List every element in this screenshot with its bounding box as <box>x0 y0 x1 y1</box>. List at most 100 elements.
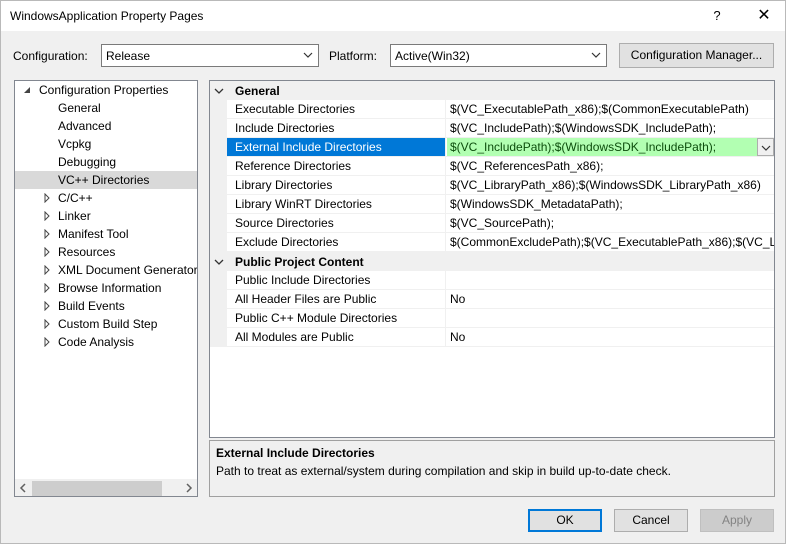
property-value[interactable]: $(WindowsSDK_MetadataPath); <box>447 195 774 213</box>
description-text: Path to treat as external/system during … <box>216 464 671 478</box>
property-row[interactable]: Source Directories $(VC_SourcePath); <box>227 214 774 233</box>
close-button[interactable]: ✕ <box>749 4 779 28</box>
property-row[interactable]: Library Directories $(VC_LibraryPath_x86)… <box>227 176 774 195</box>
tree-item-label: Vcpkg <box>58 137 92 151</box>
tree-item-advanced[interactable]: Advanced <box>15 117 197 135</box>
property-grid: General Executable Directories $(VC_Execut… <box>209 80 775 438</box>
expand-arrow-icon[interactable] <box>42 283 52 293</box>
expand-arrow-icon[interactable] <box>42 337 52 347</box>
property-row[interactable]: Public C++ Module Directories <box>227 309 774 328</box>
tree-item-build-events[interactable]: Build Events <box>15 297 197 315</box>
property-value[interactable]: No <box>447 290 774 308</box>
cancel-button[interactable]: Cancel <box>614 509 688 532</box>
property-row[interactable]: Public Include Directories <box>227 271 774 290</box>
ok-button[interactable]: OK <box>528 509 602 532</box>
scroll-left-icon[interactable] <box>18 483 28 493</box>
horizontal-scrollbar[interactable] <box>15 479 197 496</box>
description-panel: External Include Directories Path to tre… <box>209 440 775 497</box>
collapse-chevron-icon[interactable] <box>214 257 224 267</box>
property-row[interactable]: Reference Directories $(VC_ReferencesPath… <box>227 157 774 176</box>
category-name: General <box>235 84 280 98</box>
tree-item-c-c[interactable]: C/C++ <box>15 189 197 207</box>
help-button[interactable]: ? <box>706 5 728 27</box>
configuration-select[interactable]: Release <box>101 44 319 67</box>
property-value[interactable]: $(VC_ExecutablePath_x86);$(CommonExecuta… <box>447 100 774 118</box>
property-row[interactable]: External Include Directories $(VC_Include… <box>227 138 774 157</box>
scrollbar-thumb[interactable] <box>32 481 162 496</box>
expand-arrow-icon[interactable] <box>42 247 52 257</box>
tree-item-xml-document-generator[interactable]: XML Document Generator <box>15 261 197 279</box>
tree-item-label: C/C++ <box>58 191 93 205</box>
expand-arrow-icon[interactable] <box>42 301 52 311</box>
platform-select[interactable]: Active(Win32) <box>390 44 607 67</box>
tree-item-label: Code Analysis <box>58 335 135 349</box>
property-value[interactable]: $(VC_IncludePath);$(WindowsSDK_IncludePa… <box>447 119 774 137</box>
tree-item-vc-directories[interactable]: VC++ Directories <box>15 171 197 189</box>
title-bar: WindowsApplication Property Pages ? ✕ <box>1 1 785 31</box>
tree-item-resources[interactable]: Resources <box>15 243 197 261</box>
property-name: Source Directories <box>227 214 446 232</box>
tree-item-label: Advanced <box>58 119 112 133</box>
property-value[interactable] <box>447 309 774 327</box>
property-name: All Header Files are Public <box>227 290 446 308</box>
collapse-arrow-icon[interactable] <box>22 85 32 95</box>
property-row[interactable]: Exclude Directories $(CommonExcludePath);… <box>227 233 774 252</box>
grid-gutter <box>210 81 227 347</box>
tree-root-configuration-properties[interactable]: Configuration Properties <box>39 81 168 99</box>
tree-item-label: Build Events <box>58 299 125 313</box>
chevron-down-icon <box>761 145 771 151</box>
platform-value: Active(Win32) <box>395 49 470 63</box>
tree-item-vcpkg[interactable]: Vcpkg <box>15 135 197 153</box>
tree-item-label: VC++ Directories <box>58 173 150 187</box>
property-row[interactable]: All Header Files are Public No <box>227 290 774 309</box>
property-name: External Include Directories <box>227 138 446 156</box>
property-name: Exclude Directories <box>227 233 446 251</box>
expand-arrow-icon[interactable] <box>42 265 52 275</box>
property-name: Public Include Directories <box>227 271 446 289</box>
value-dropdown-button[interactable] <box>757 138 774 156</box>
property-value[interactable]: No <box>447 328 774 346</box>
expand-arrow-icon[interactable] <box>42 229 52 239</box>
property-value[interactable]: $(VC_ReferencesPath_x86); <box>447 157 774 175</box>
property-value[interactable]: $(CommonExcludePath);$(VC_ExecutablePath… <box>447 233 774 251</box>
property-row[interactable]: Include Directories $(VC_IncludePath);$(W… <box>227 119 774 138</box>
category-header[interactable]: Public Project Content <box>210 252 774 271</box>
expand-arrow-icon[interactable] <box>42 319 52 329</box>
tree-item-label: Resources <box>58 245 116 259</box>
property-value[interactable]: $(VC_LibraryPath_x86);$(WindowsSDK_Libra… <box>447 176 774 194</box>
tree-item-manifest-tool[interactable]: Manifest Tool <box>15 225 197 243</box>
category-header[interactable]: General <box>210 81 774 100</box>
property-name: Reference Directories <box>227 157 446 175</box>
window-title: WindowsApplication Property Pages <box>10 9 204 23</box>
scroll-right-icon[interactable] <box>184 483 194 493</box>
property-name: Library Directories <box>227 176 446 194</box>
tree-item-label: Debugging <box>58 155 117 169</box>
configuration-value: Release <box>106 49 151 63</box>
property-name: Executable Directories <box>227 100 446 118</box>
tree-item-debugging[interactable]: Debugging <box>15 153 197 171</box>
apply-button[interactable]: Apply <box>700 509 774 532</box>
property-value[interactable]: $(VC_IncludePath);$(WindowsSDK_IncludePa… <box>447 138 774 156</box>
property-tree: Configuration Properties General Advanced… <box>14 80 198 497</box>
collapse-chevron-icon[interactable] <box>214 86 224 96</box>
property-row[interactable]: Executable Directories $(VC_ExecutablePat… <box>227 100 774 119</box>
property-row[interactable]: Library WinRT Directories $(WindowsSDK_Me… <box>227 195 774 214</box>
expand-arrow-icon[interactable] <box>42 211 52 221</box>
property-name: All Modules are Public <box>227 328 446 346</box>
property-value[interactable]: $(VC_SourcePath); <box>447 214 774 232</box>
tree-item-general[interactable]: General <box>15 99 197 117</box>
tree-item-label: General <box>58 101 101 115</box>
configuration-manager-button[interactable]: Configuration Manager... <box>619 43 774 68</box>
tree-item-label: Browse Information <box>58 281 162 295</box>
tree-item-linker[interactable]: Linker <box>15 207 197 225</box>
property-pages-dialog: WindowsApplication Property Pages ? ✕ Co… <box>0 0 786 544</box>
tree-item-code-analysis[interactable]: Code Analysis <box>15 333 197 351</box>
property-row[interactable]: All Modules are Public No <box>227 328 774 347</box>
chevron-down-icon <box>303 52 313 58</box>
property-value[interactable] <box>447 271 774 289</box>
tree-item-label: XML Document Generator <box>58 263 198 277</box>
tree-item-custom-build-step[interactable]: Custom Build Step <box>15 315 197 333</box>
tree-item-browse-information[interactable]: Browse Information <box>15 279 197 297</box>
expand-arrow-icon[interactable] <box>42 193 52 203</box>
property-name: Library WinRT Directories <box>227 195 446 213</box>
